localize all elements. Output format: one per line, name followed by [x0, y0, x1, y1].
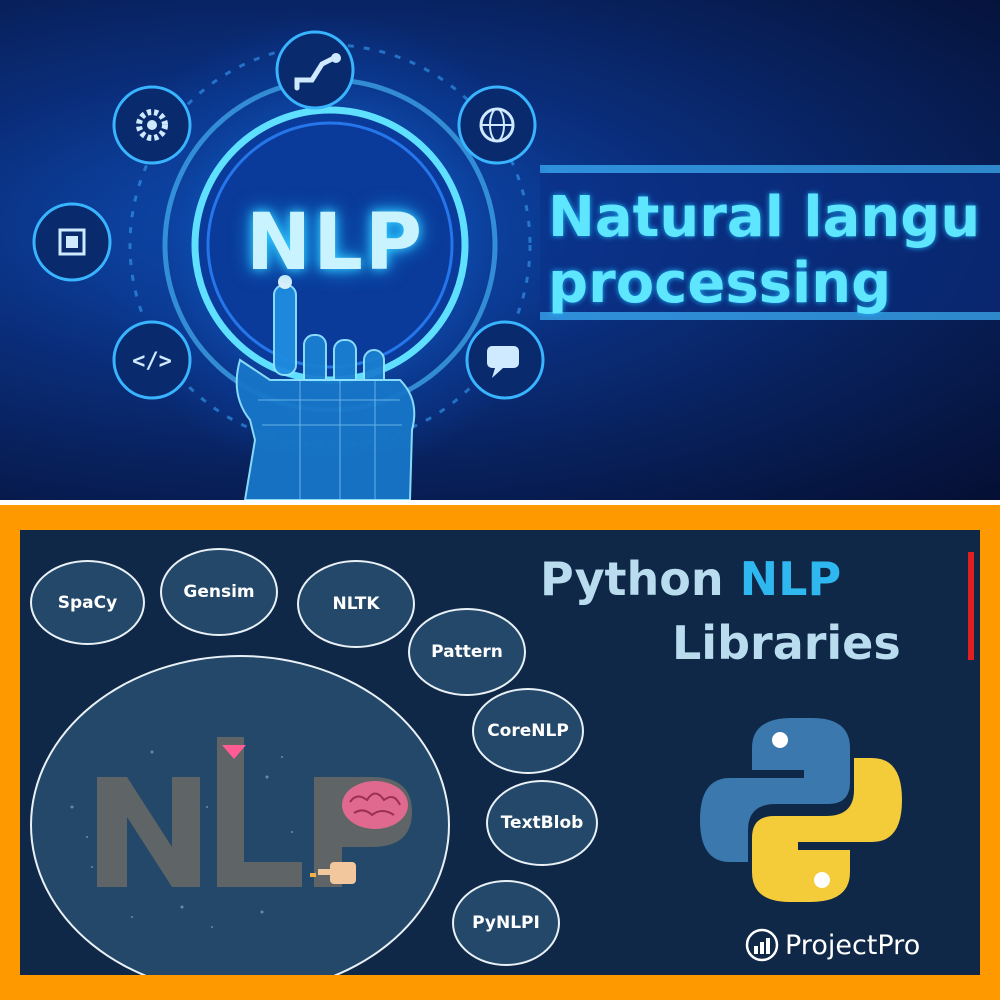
banner-headline: Natural langu processing — [548, 185, 1000, 317]
code-icon: </> — [112, 320, 192, 400]
chat-icon — [465, 320, 545, 400]
logo-letter-l — [217, 737, 302, 887]
chip-icon — [32, 202, 112, 282]
nlp-badge-text: NLP — [245, 198, 425, 288]
brain-icon — [342, 781, 408, 829]
nlp-logo-graphic — [70, 737, 412, 928]
title-word-nlp: NLP — [739, 552, 842, 606]
title-line-2: Libraries — [672, 616, 901, 670]
headline-stripe-top — [540, 165, 1000, 173]
title-accent-bar — [968, 552, 974, 660]
library-bubble-nltk: NLTK — [297, 560, 415, 648]
gear-icon — [112, 85, 192, 165]
headline-line-1: Natural langu — [548, 185, 981, 250]
svg-text:</>: </> — [132, 349, 172, 374]
library-bubble-gensim: Gensim — [160, 548, 278, 636]
title-line-1: Python NLP — [540, 552, 841, 606]
globe-icon — [457, 85, 537, 165]
robot-arm-icon — [275, 30, 355, 110]
nlp-banner: </> NLP Natural langu processing — [0, 0, 1000, 500]
logo-letter-n — [97, 777, 200, 887]
library-bubble-textblob: TextBlob — [486, 780, 598, 866]
library-bubble-spacy: SpaCy — [30, 560, 145, 645]
projectpro-text: ProjectPro — [785, 929, 921, 961]
libraries-panel: SpaCy Gensim NLTK Pattern CoreNLP TextBl… — [20, 530, 980, 975]
headline-line-2: processing — [548, 251, 892, 316]
nlp-logo-circle — [30, 655, 450, 975]
projectpro-logo-icon — [745, 928, 779, 962]
libraries-frame: SpaCy Gensim NLTK Pattern CoreNLP TextBl… — [0, 505, 1000, 1000]
library-bubble-corenlp: CoreNLP — [472, 688, 584, 774]
python-logo-icon — [700, 718, 902, 902]
library-bubble-pynlpi: PyNLPI — [452, 880, 560, 966]
projectpro-brand: ProjectPro — [745, 928, 920, 962]
library-bubble-pattern: Pattern — [408, 608, 526, 696]
title-word-python: Python — [540, 552, 724, 606]
